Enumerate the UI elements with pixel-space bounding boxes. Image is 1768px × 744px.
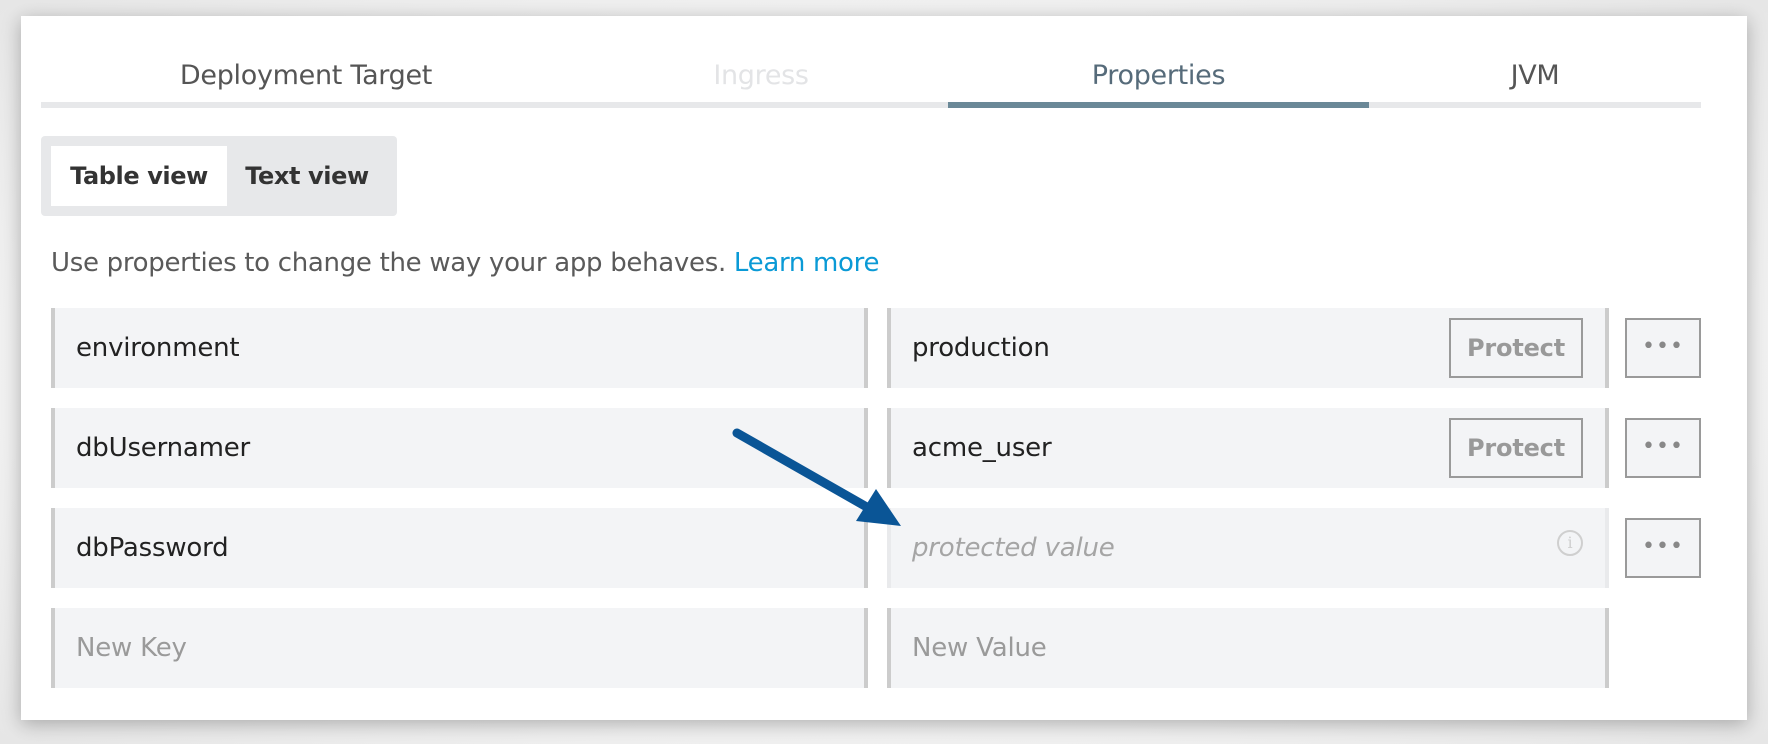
property-value-text: production	[912, 333, 1050, 363]
protected-value-field[interactable]: protected value i	[887, 508, 1609, 588]
protected-value-placeholder: protected value	[912, 533, 1115, 563]
tab-jvm[interactable]: JVM	[1369, 54, 1701, 98]
more-options-button[interactable]: •••	[1625, 418, 1701, 478]
protect-button[interactable]: Protect	[1449, 418, 1583, 478]
tab-properties[interactable]: Properties	[948, 54, 1369, 98]
property-value-text: acme_user	[912, 433, 1052, 463]
table-view-button[interactable]: Table view	[51, 146, 227, 206]
property-key-input[interactable]: dbPassword	[51, 508, 868, 588]
learn-more-link[interactable]: Learn more	[734, 248, 880, 278]
property-value-input[interactable]: acme_user Protect	[887, 408, 1609, 488]
info-icon[interactable]: i	[1557, 530, 1583, 556]
ellipsis-icon: •••	[1642, 334, 1684, 359]
ellipsis-icon: •••	[1642, 534, 1684, 559]
description: Use properties to change the way your ap…	[51, 248, 879, 278]
protect-button[interactable]: Protect	[1449, 318, 1583, 378]
ellipsis-icon: •••	[1642, 434, 1684, 459]
new-key-input[interactable]: New Key	[51, 608, 868, 688]
new-value-input[interactable]: New Value	[887, 608, 1609, 688]
property-key-input[interactable]: dbUsernamer	[51, 408, 868, 488]
tab-active-indicator	[948, 102, 1369, 108]
property-key-input[interactable]: environment	[51, 308, 868, 388]
view-toggle: Table view Text view	[41, 136, 397, 216]
property-value-input[interactable]: production Protect	[887, 308, 1609, 388]
more-options-button[interactable]: •••	[1625, 518, 1701, 578]
text-view-button[interactable]: Text view	[227, 146, 387, 206]
tab-deployment-target[interactable]: Deployment Target	[101, 54, 511, 98]
description-text: Use properties to change the way your ap…	[51, 248, 726, 278]
tab-ingress: Ingress	[713, 60, 809, 91]
tab-bar-track	[41, 102, 1701, 108]
more-options-button[interactable]: •••	[1625, 318, 1701, 378]
properties-panel: Deployment Target Ingress Properties JVM…	[21, 16, 1747, 720]
